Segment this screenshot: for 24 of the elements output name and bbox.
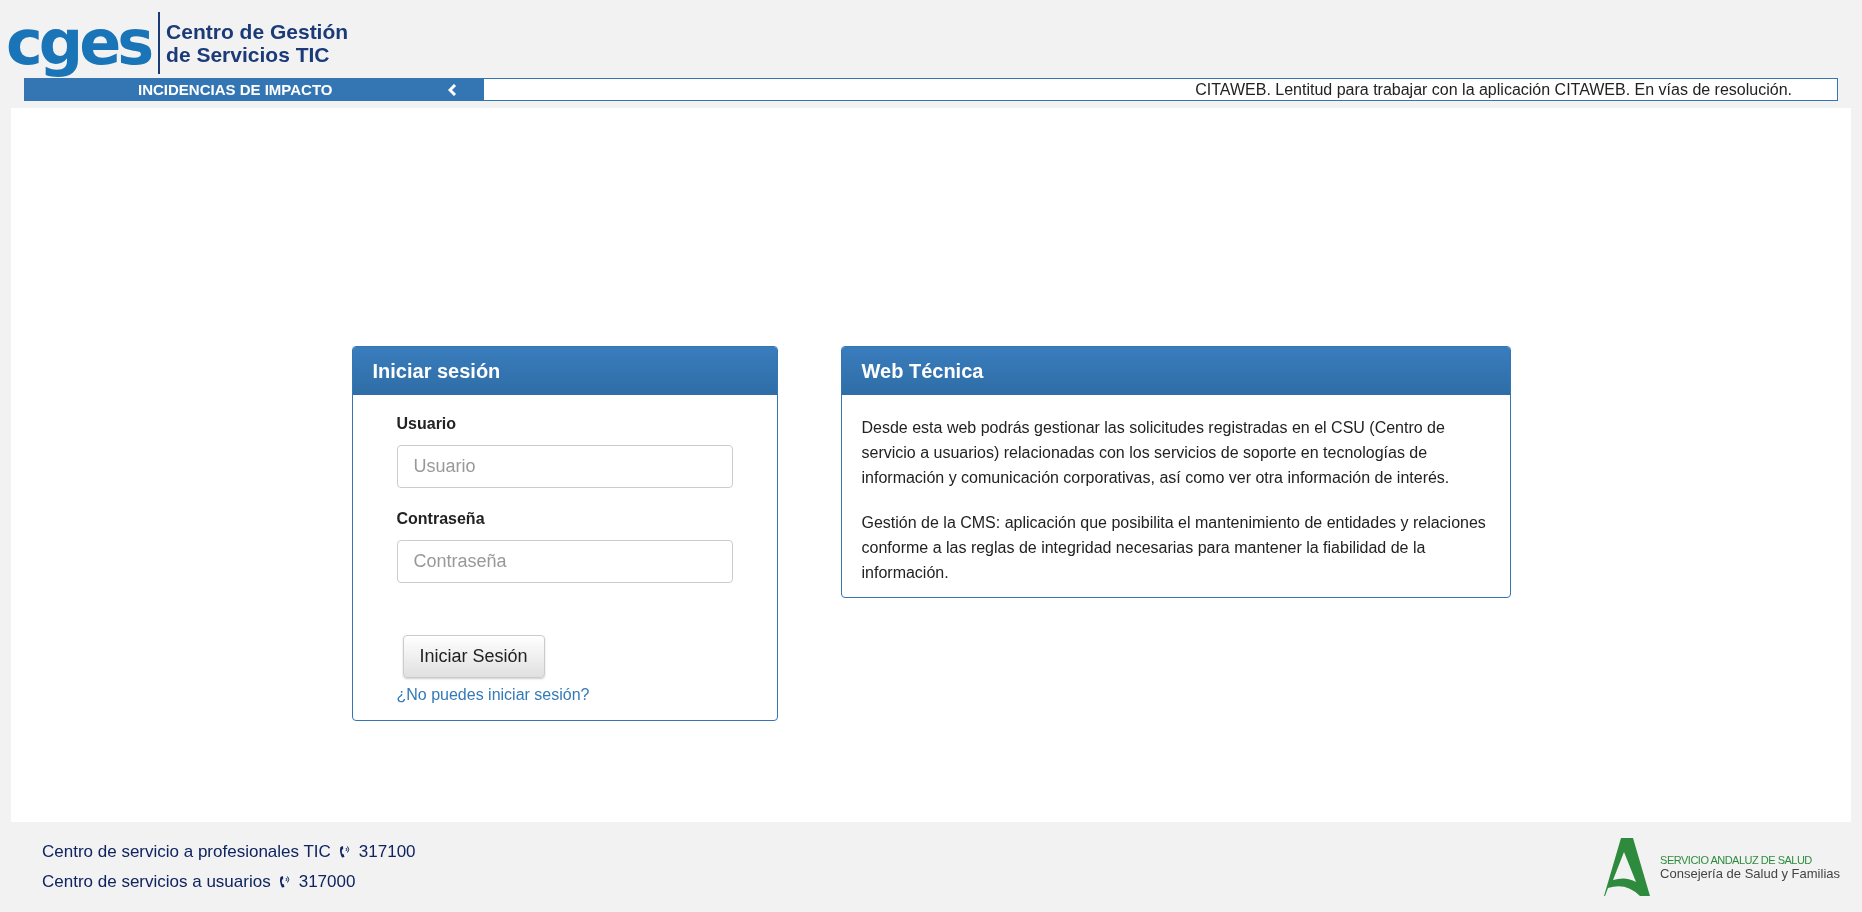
info-paragraph: Desde esta web podrás gestionar las solicitudes registradas en el CSU (Centro de servicio a usuarios) relacionadas con los servicios de soporte en tecnologías de información y comunicación corporativas, así como ver otra información de interés. xyxy=(861,418,1451,488)
sponsor-logo-icon xyxy=(1604,838,1651,896)
login-button[interactable]: Iniciar Sesión xyxy=(402,635,545,678)
phone-icon xyxy=(278,875,291,889)
contact-name: Centro de servicios a usuarios xyxy=(42,872,271,892)
phone-number: 317100 xyxy=(358,842,416,862)
logo-title: de Servicios TIC xyxy=(166,43,331,66)
help-link[interactable]: ¿No puedes iniciar sesión? xyxy=(396,686,590,704)
sponsor-subtitle: Consejería de Salud y Familias xyxy=(1660,865,1840,881)
card-title: Web Técnica xyxy=(841,347,1510,395)
phone-number: 317000 xyxy=(298,872,356,892)
sponsor-name: SERVICIO ANDALUZ DE SALUD xyxy=(1660,853,1813,866)
field-label: Contraseña xyxy=(396,510,486,528)
field-label: Usuario xyxy=(396,415,458,433)
input-field[interactable]: Usuario xyxy=(396,445,733,488)
logo-title: Centro de Gestión xyxy=(166,20,349,43)
info-paragraph: Gestión de la CMS: aplicación que posibilita el mantenimiento de entidades y relaciones conforme a las reglas de integridad necesarias para mantener la fiabilidad de la información. xyxy=(861,513,1487,583)
card-title: Iniciar sesión xyxy=(352,347,777,395)
chevron-left-icon[interactable] xyxy=(448,84,457,96)
input-field[interactable]: Contraseña xyxy=(396,540,733,583)
contact-name: Centro de servicio a profesionales TIC xyxy=(42,842,331,862)
incidents-bar-label: INCIDENCIAS DE IMPACTO xyxy=(24,78,483,101)
phone-icon xyxy=(338,845,351,859)
incident-ticker: CITAWEB. Lentitud para trabajar con la aplicación CITAWEB. En vías de resolución. xyxy=(483,78,1838,101)
